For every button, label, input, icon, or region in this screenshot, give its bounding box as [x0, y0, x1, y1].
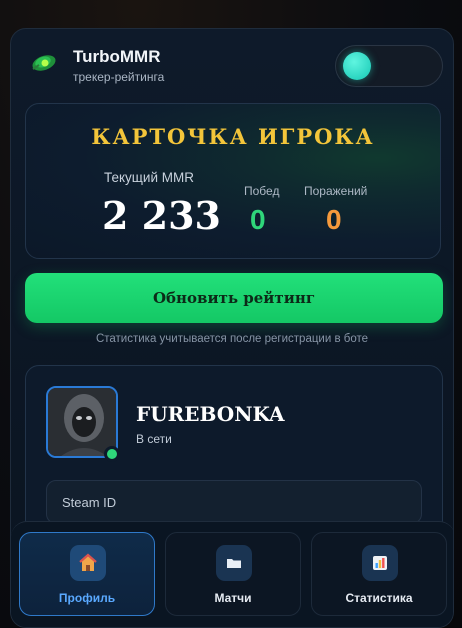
- losses-label: Поражений: [304, 184, 368, 198]
- theme-toggle[interactable]: [335, 45, 443, 87]
- app-subtitle: трекер-рейтинга: [73, 70, 165, 84]
- header: TurboMMR трекер-рейтинга: [11, 29, 453, 101]
- steam-id-label: Steam ID: [62, 495, 117, 510]
- card-title: КАРТОЧКА ИГРОКА: [91, 124, 375, 149]
- wins-label: Побед: [244, 184, 280, 198]
- nav-item-statistics[interactable]: Статистика: [311, 532, 447, 616]
- nav-label-statistics: Статистика: [345, 591, 413, 605]
- online-status-dot: [104, 446, 120, 462]
- leaf-logo-icon: [32, 55, 56, 71]
- app-container: TurboMMR трекер-рейтинга КАРТОЧКА ИГРОКА…: [10, 28, 454, 628]
- toggle-knob: [343, 52, 371, 80]
- bottom-nav: Профиль Матчи Статистика: [11, 521, 453, 627]
- app-title: TurboMMR: [73, 47, 161, 66]
- wins-value: 0: [250, 204, 266, 235]
- mmr-value: 2 233: [102, 193, 221, 238]
- bar-chart-icon: [362, 545, 398, 581]
- losses-value: 0: [326, 204, 342, 235]
- house-icon: [70, 545, 106, 581]
- refresh-rating-button[interactable]: Обновить рейтинг: [25, 273, 443, 323]
- nav-label-matches: Матчи: [214, 591, 252, 605]
- nav-item-matches[interactable]: Матчи: [165, 532, 301, 616]
- nav-label-profile: Профиль: [58, 591, 116, 605]
- steam-id-field[interactable]: Steam ID: [46, 480, 422, 524]
- presence-status: В сети: [136, 432, 172, 446]
- registration-note: Статистика учитывается после регистрации…: [95, 333, 369, 345]
- folder-icon: [216, 545, 252, 581]
- mmr-label: Текущий MMR: [104, 170, 194, 185]
- player-card: КАРТОЧКА ИГРОКА Текущий MMR 2 233 Побед …: [25, 103, 441, 259]
- nav-item-profile[interactable]: Профиль: [19, 532, 155, 616]
- username: FUREBONKA: [136, 402, 285, 426]
